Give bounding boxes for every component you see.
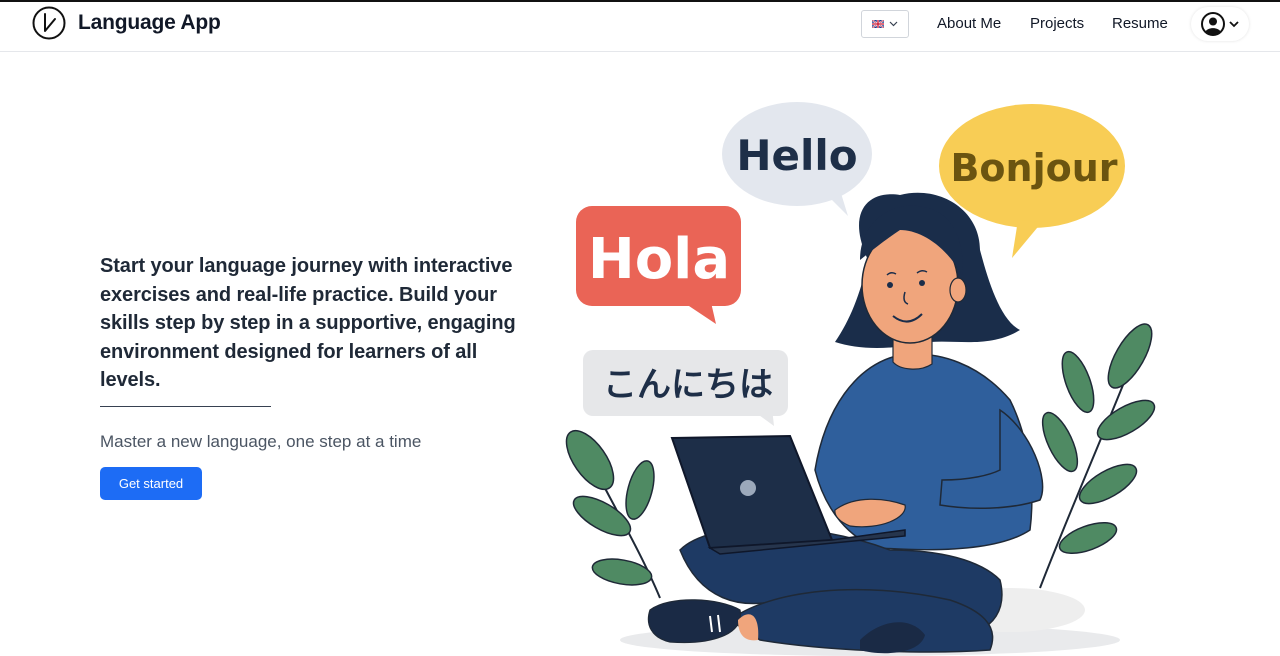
- hola-text: Hola: [588, 227, 730, 292]
- nav-about-me[interactable]: About Me: [937, 15, 1001, 32]
- hola-speech-bubble: Hola: [576, 206, 741, 324]
- konnichiwa-text: こんにちは: [603, 365, 773, 405]
- top-navbar: Language App About Me Projects Resume: [0, 2, 1280, 52]
- app-name: Language App: [78, 11, 221, 34]
- user-menu-button[interactable]: [1191, 7, 1249, 41]
- hero-illustration: Hello Bonjour Hola こんにちは: [565, 102, 1156, 656]
- konnichiwa-speech-bubble: こんにちは: [583, 350, 788, 426]
- get-started-button[interactable]: Get started: [100, 467, 202, 500]
- brand[interactable]: Language App: [32, 6, 221, 40]
- app-logo-icon: [32, 6, 66, 40]
- hero-divider: [100, 406, 271, 407]
- nav-projects[interactable]: Projects: [1030, 15, 1084, 32]
- hello-text: Hello: [736, 131, 857, 180]
- laptop-logo-icon: [740, 480, 756, 496]
- chevron-down-icon: [1229, 20, 1239, 27]
- left-plant: [565, 429, 661, 599]
- hero-tagline: Master a new language, one step at a tim…: [100, 432, 422, 451]
- user-circle-icon: [1201, 12, 1225, 36]
- uk-flag-icon: [872, 20, 884, 28]
- language-selector[interactable]: [861, 10, 909, 38]
- hero-heading: Start your language journey with interac…: [100, 255, 516, 391]
- nav-resume[interactable]: Resume: [1112, 15, 1168, 32]
- chevron-down-icon: [889, 21, 898, 27]
- hero-text-block: Start your language journey with interac…: [100, 252, 540, 395]
- hello-speech-bubble: Hello: [722, 102, 872, 216]
- bonjour-text: Bonjour: [950, 146, 1117, 190]
- right-plant: [1039, 323, 1156, 589]
